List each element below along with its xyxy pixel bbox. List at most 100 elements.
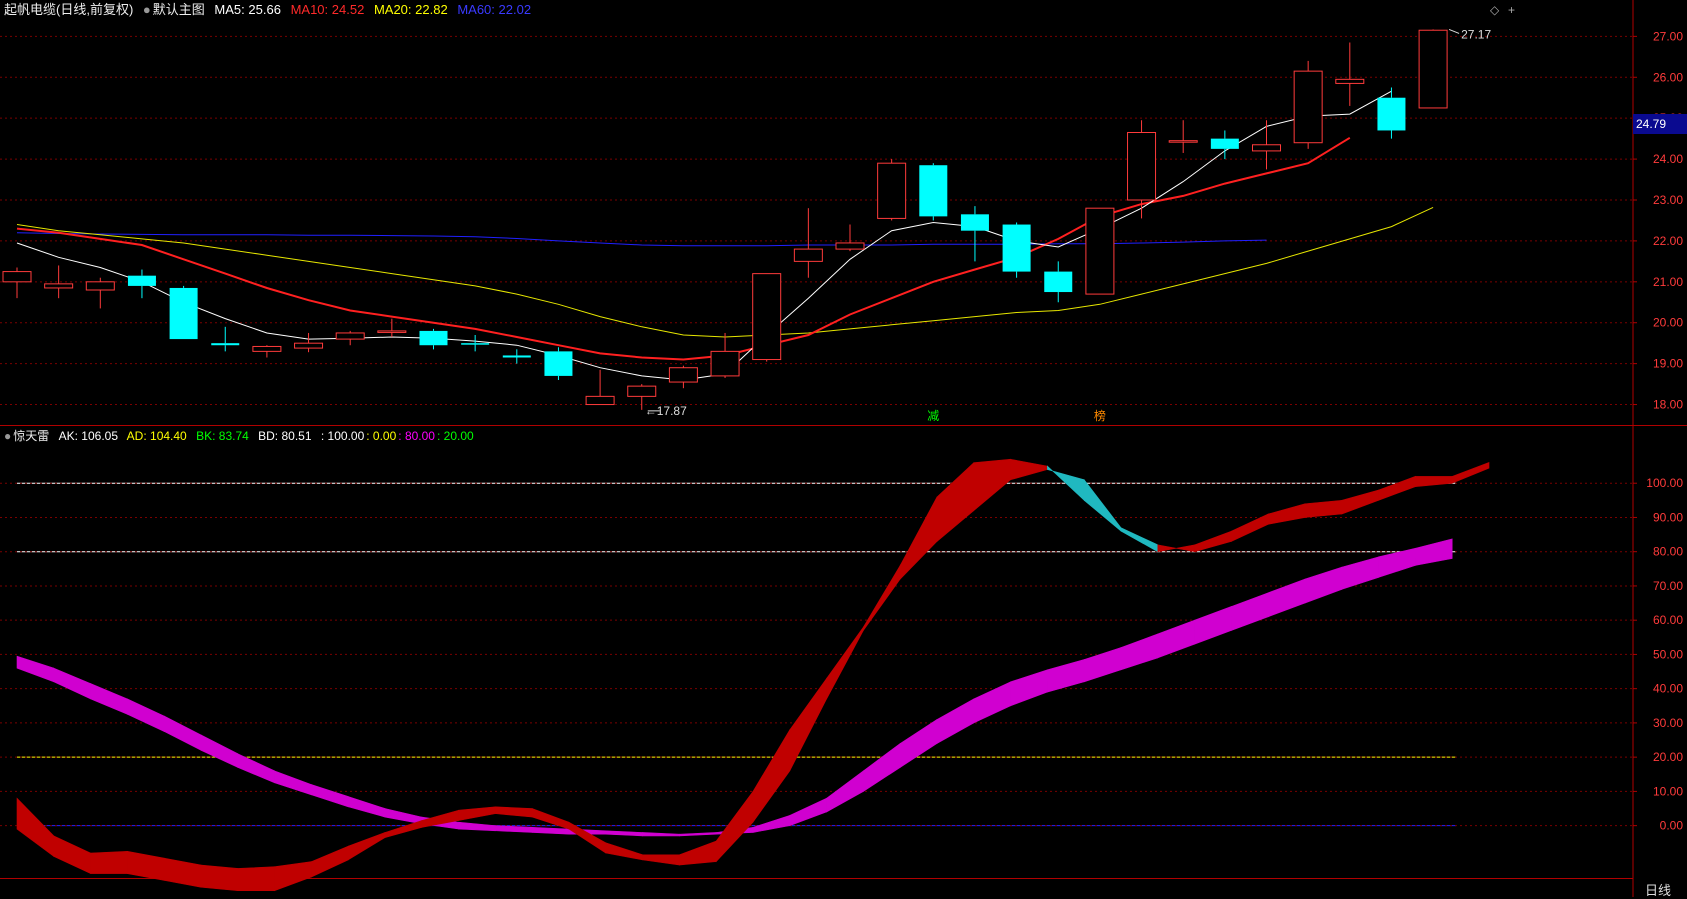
candle-body — [1377, 97, 1406, 131]
candle-body — [1085, 207, 1115, 295]
main-chart-header: 起帆电缆(日线,前复权) ● 默认主图 MA5: 25.66 MA10: 24.5… — [4, 0, 537, 20]
ak-ad-ribbon — [90, 851, 128, 874]
bk-bd-ribbon — [936, 698, 975, 744]
indicator-tick-label: 30.00 — [1653, 716, 1683, 730]
diamond-icon[interactable]: ◇ — [1490, 3, 1499, 17]
candle-body — [335, 332, 365, 340]
ma5-value: 25.66 — [248, 2, 281, 17]
ak-label: AK: — [58, 429, 78, 443]
candle-body — [169, 287, 198, 340]
ak-ad-ribbon — [1157, 544, 1195, 553]
ak-ad-ribbon — [16, 797, 55, 858]
ma20-line — [16, 206, 1434, 338]
bk-bd-ribbon — [237, 753, 275, 784]
ak-ad-ribbon — [200, 864, 239, 892]
ak-ad-ribbon — [642, 854, 680, 866]
candle-body — [1252, 144, 1281, 152]
template-dropdown-icon[interactable]: ● — [143, 2, 151, 17]
ma10-label: MA10: — [290, 2, 329, 17]
candle-body — [919, 165, 948, 217]
candle-body — [544, 351, 573, 376]
candle-body — [835, 242, 865, 250]
chart-canvas: 27.0026.0025.0024.0023.0022.0021.0020.00… — [0, 0, 1687, 897]
candle-body — [419, 330, 448, 346]
ak-ad-ribbon — [53, 835, 91, 875]
ma60-label: MA60: — [457, 2, 495, 17]
ak-ad-ribbon — [899, 496, 938, 580]
main-tick-label: 19.00 — [1653, 357, 1683, 371]
bk-bd-ribbon — [163, 715, 202, 751]
ak-ad-ribbon — [1378, 475, 1416, 501]
candle-body — [710, 350, 740, 377]
candle-body — [294, 342, 324, 349]
indicator-grid — [0, 482, 1633, 827]
main-grid — [0, 35, 1633, 406]
candle-body — [1210, 138, 1239, 149]
bk-bd-ribbon — [127, 698, 165, 732]
ak-ad-ribbon — [1194, 530, 1232, 553]
bk-bd-ribbon — [384, 808, 423, 825]
candle-body — [44, 283, 74, 289]
bk-bd-ribbon — [826, 770, 864, 813]
ma60-line — [16, 232, 1267, 247]
ma20-label: MA20: — [373, 2, 412, 17]
level-80: : 80.00 — [398, 429, 435, 443]
bk-label: BK: — [196, 429, 216, 443]
candle-body — [1168, 140, 1198, 143]
candle-body — [377, 330, 407, 333]
ak-ad-ribbon — [127, 850, 165, 881]
indicator-tick-label: 90.00 — [1653, 510, 1683, 524]
ad-label: AD: — [126, 429, 147, 443]
bk-bd-ribbon — [789, 797, 827, 827]
bk-bd-ribbon — [605, 830, 643, 837]
ma5-label: MA5: — [214, 2, 245, 17]
ak-ad-ribbon — [163, 857, 202, 888]
bk-value: 83.74 — [218, 429, 249, 443]
ak-ad-ribbon — [274, 861, 312, 892]
indicator-tick-label: 80.00 — [1653, 545, 1683, 559]
bk-bd-ribbon — [899, 718, 938, 768]
bk-bd-ribbon — [1157, 619, 1195, 659]
bk-bd-ribbon — [973, 681, 1011, 724]
ak-ad-ribbon — [1267, 503, 1306, 525]
bk-bd-ribbon — [1047, 659, 1085, 693]
ak-ad-ribbon — [1083, 478, 1122, 532]
indicator-tick-label: 10.00 — [1653, 784, 1683, 798]
bk-bd-ribbon — [495, 825, 533, 833]
template-label[interactable]: 默认主图 — [153, 2, 205, 17]
main-tick-label: 24.00 — [1653, 152, 1683, 166]
stock-name[interactable]: 起帆电缆 — [4, 2, 56, 17]
candle-body — [85, 281, 115, 291]
indicator-header: ● 惊天雷 AK: 106.05 AD: 104.40 BK: 83.74 BD:… — [4, 426, 476, 446]
indicator-settings-icon[interactable]: ● — [4, 429, 11, 443]
ad-value: 104.40 — [150, 429, 187, 443]
plus-icon[interactable]: + — [1508, 3, 1515, 17]
candle-body — [127, 275, 156, 286]
ak-ad-ribbon — [1415, 476, 1453, 487]
bk-bd-ribbon — [1378, 547, 1416, 578]
bk-bd-ribbon — [1120, 633, 1159, 671]
ak-ad-ribbon — [1341, 489, 1379, 515]
candle-body — [960, 214, 989, 231]
candle-body — [211, 343, 240, 346]
indicator-tick-label: 0.00 — [1660, 819, 1684, 833]
ak-ad-ribbon — [1120, 527, 1159, 553]
bk-bd-ribbon — [53, 667, 91, 700]
level-0: : 0.00 — [366, 429, 397, 443]
level-20: : 20.00 — [436, 429, 474, 443]
ak-ad-ribbon — [1304, 500, 1343, 518]
bk-bd-ribbon — [1194, 606, 1232, 645]
bk-bd-ribbon — [1341, 556, 1379, 590]
ak-ad-ribbon — [1231, 513, 1269, 542]
ak-ad-ribbon — [863, 564, 901, 632]
candle-layer — [2, 29, 1448, 410]
candle-body — [585, 395, 615, 406]
bk-bd-ribbon — [679, 832, 717, 837]
indicator-name[interactable]: 惊天雷 — [13, 429, 49, 443]
period-daily-button[interactable]: 日线 — [1645, 880, 1671, 899]
ak-ad-ribbon — [936, 461, 975, 543]
bk-bd-ribbon — [347, 796, 386, 818]
ma20-legend: MA20: 22.82 — [374, 2, 448, 17]
ma60-value: 22.02 — [498, 2, 532, 17]
current-price-box: 24.79 — [1633, 114, 1687, 134]
